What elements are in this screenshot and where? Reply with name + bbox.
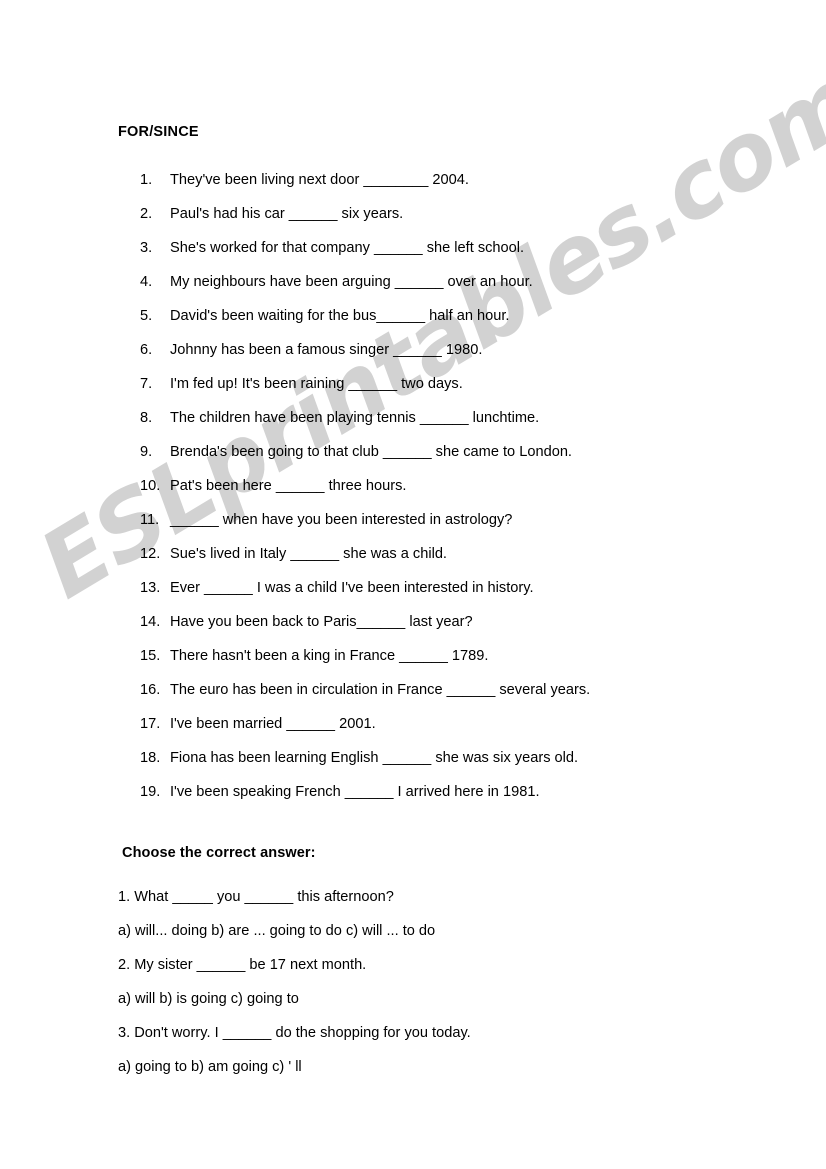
list-item-number: 19. xyxy=(140,784,161,800)
list-item: 1. They've been living next door ________… xyxy=(140,163,790,197)
list-item-number: 7. xyxy=(140,376,153,392)
list-item-text: I'm fed up! It's been raining ______ two… xyxy=(170,376,463,392)
list-item-number: 2. xyxy=(140,206,153,222)
mc-question-options: a) going to b) am going c) ' ll xyxy=(118,1059,302,1075)
fill-in-the-blank-list: 1. They've been living next door ________… xyxy=(140,163,790,809)
worksheet-page: FOR/SINCE 1. They've been living next doo… xyxy=(0,0,826,1169)
list-item-number: 16. xyxy=(140,682,161,698)
list-item: 15. There hasn't been a king in France __… xyxy=(140,639,790,673)
list-item: 14. Have you been back to Paris______ las… xyxy=(140,605,790,639)
list-item: 2. Paul's had his car ______ six years. xyxy=(140,197,790,231)
list-item: 6. Johnny has been a famous singer ______… xyxy=(140,333,790,367)
list-item: 18. Fiona has been learning English _____… xyxy=(140,741,790,775)
list-item-number: 14. xyxy=(140,614,161,630)
list-item-number: 10. xyxy=(140,478,161,494)
mc-question-prompt: 3. Don't worry. I ______ do the shopping… xyxy=(118,1025,471,1041)
list-item: 13. Ever ______ I was a child I've been i… xyxy=(140,571,790,605)
list-item: 12. Sue's lived in Italy ______ she was a… xyxy=(140,537,790,571)
list-item: 5. David's been waiting for the bus______… xyxy=(140,299,790,333)
mc-question-prompt: 2. My sister ______ be 17 next month. xyxy=(118,957,367,973)
list-item-text: Have you been back to Paris______ last y… xyxy=(170,614,473,630)
list-item-text: ______ when have you been interested in … xyxy=(170,512,513,528)
list-item: 8. The children have been playing tennis … xyxy=(140,401,790,435)
list-item-text: They've been living next door ________ 2… xyxy=(170,172,469,188)
list-item-number: 15. xyxy=(140,648,161,664)
list-item: 11. ______ when have you been interested … xyxy=(140,503,790,537)
list-item-text: Ever ______ I was a child I've been inte… xyxy=(170,580,534,596)
list-item: 17. I've been married ______ 2001. xyxy=(140,707,790,741)
list-item: 9. Brenda's been going to that club _____… xyxy=(140,435,790,469)
list-item: 16. The euro has been in circulation in F… xyxy=(140,673,790,707)
list-item: 10. Pat's been here ______ three hours. xyxy=(140,469,790,503)
list-item-text: David's been waiting for the bus______ h… xyxy=(170,308,510,324)
list-item-text: The euro has been in circulation in Fran… xyxy=(170,682,591,698)
list-item-text: The children have been playing tennis __… xyxy=(170,410,540,426)
list-item-number: 5. xyxy=(140,308,153,324)
list-item: 19. I've been speaking French ______ I ar… xyxy=(140,775,790,809)
mc-question-options: a) will b) is going c) going to xyxy=(118,991,299,1007)
list-item-text: Brenda's been going to that club ______ … xyxy=(170,444,572,460)
list-item-number: 3. xyxy=(140,240,153,256)
list-item-number: 18. xyxy=(140,750,161,766)
list-item-number: 6. xyxy=(140,342,153,358)
list-item-number: 17. xyxy=(140,716,161,732)
list-item-number: 13. xyxy=(140,580,161,596)
list-item-text: My neighbours have been arguing ______ o… xyxy=(170,274,533,290)
page-title: FOR/SINCE xyxy=(118,124,199,140)
list-item-number: 12. xyxy=(140,546,161,562)
section-title-choose-answer: Choose the correct answer: xyxy=(122,845,316,861)
list-item-text: Paul's had his car ______ six years. xyxy=(170,206,404,222)
multiple-choice-block: 1. What _____ you ______ this afternoon?… xyxy=(118,880,778,1084)
list-item-number: 11. xyxy=(140,512,160,528)
list-item-number: 1. xyxy=(140,172,153,188)
list-item-text: Pat's been here ______ three hours. xyxy=(170,478,407,494)
list-item: 7. I'm fed up! It's been raining ______ t… xyxy=(140,367,790,401)
list-item: 4. My neighbours have been arguing ______… xyxy=(140,265,790,299)
list-item-text: She's worked for that company ______ she… xyxy=(170,240,525,256)
list-item-text: Johnny has been a famous singer ______ 1… xyxy=(170,342,483,358)
list-item-text: Sue's lived in Italy ______ she was a ch… xyxy=(170,546,447,562)
mc-question-prompt: 1. What _____ you ______ this afternoon? xyxy=(118,889,394,905)
list-item-number: 4. xyxy=(140,274,153,290)
list-item-text: Fiona has been learning English ______ s… xyxy=(170,750,579,766)
list-item-text: I've been married ______ 2001. xyxy=(170,716,376,732)
mc-question-options: a) will... doing b) are ... going to do … xyxy=(118,923,436,939)
list-item: 3. She's worked for that company ______ s… xyxy=(140,231,790,265)
list-item-number: 8. xyxy=(140,410,153,426)
list-item-number: 9. xyxy=(140,444,153,460)
list-item-text: I've been speaking French ______ I arriv… xyxy=(170,784,540,800)
list-item-text: There hasn't been a king in France _____… xyxy=(170,648,489,664)
